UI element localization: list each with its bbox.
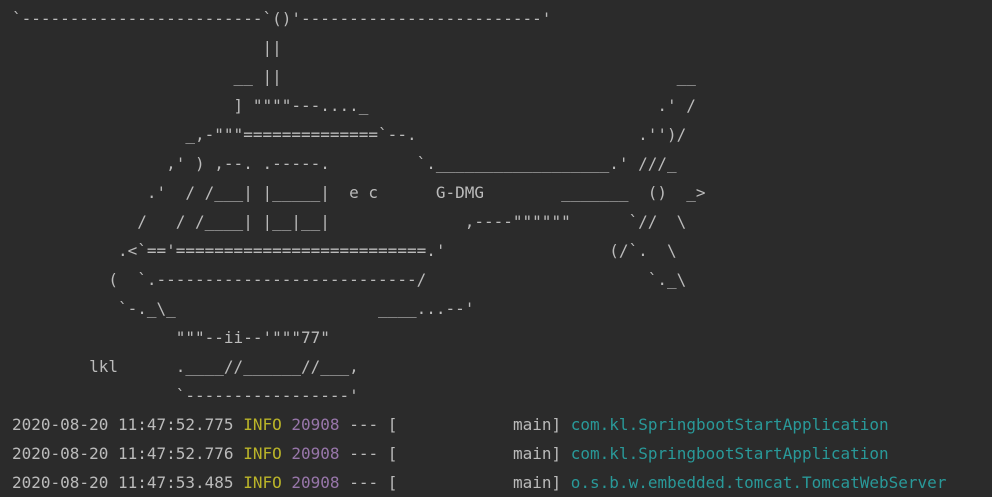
- log-separator: --- [: [349, 444, 398, 463]
- log-timestamp: 2020-08-20 11:47:52.776: [12, 444, 234, 463]
- banner-line: .' / /___| |_____| e c G-DMG _______ () …: [12, 183, 706, 202]
- log-separator: --- [: [349, 473, 398, 492]
- log-thread: main]: [407, 473, 562, 492]
- log-lines: 2020-08-20 11:47:52.775 INFO 20908 --- […: [12, 410, 992, 497]
- log-pid: 20908: [291, 444, 340, 463]
- banner-line: `-----------------': [12, 386, 359, 405]
- log-thread: main]: [407, 415, 562, 434]
- log-line: 2020-08-20 11:47:52.775 INFO 20908 --- […: [12, 410, 992, 439]
- log-logger: com.kl.SpringbootStartApplication: [570, 444, 889, 463]
- log-pid: 20908: [291, 415, 340, 434]
- log-level: INFO: [243, 444, 282, 463]
- log-separator: --- [: [349, 415, 398, 434]
- banner-line: ( `.---------------------------/ `._\: [12, 270, 687, 289]
- log-level: INFO: [243, 415, 282, 434]
- banner-line: """--ii--'"""77": [12, 328, 330, 347]
- log-timestamp: 2020-08-20 11:47:53.485: [12, 473, 234, 492]
- console-output[interactable]: `-------------------------`()'----------…: [0, 0, 992, 497]
- banner-line: lkl .____//______//___,: [12, 357, 359, 376]
- log-line: 2020-08-20 11:47:52.776 INFO 20908 --- […: [12, 439, 992, 468]
- banner-line: ||: [12, 38, 282, 57]
- banner-line: ] """"---...._ .' /: [12, 96, 696, 115]
- log-logger: com.kl.SpringbootStartApplication: [570, 415, 889, 434]
- log-level: INFO: [243, 473, 282, 492]
- log-thread: main]: [407, 444, 562, 463]
- log-pid: 20908: [291, 473, 340, 492]
- banner-line: / / /____| |__|__| ,----"""""" `// \: [12, 212, 687, 231]
- banner-line: ,' ) ,--. .-----. `.__________________.'…: [12, 154, 677, 173]
- ascii-banner: `-------------------------`()'----------…: [12, 4, 992, 410]
- banner-line: _,-"""==============`--. .'')/: [12, 125, 687, 144]
- banner-line: .<`=='==========================.' (/`. …: [12, 241, 677, 260]
- log-line: 2020-08-20 11:47:53.485 INFO 20908 --- […: [12, 468, 992, 497]
- log-timestamp: 2020-08-20 11:47:52.775: [12, 415, 234, 434]
- banner-line: `-------------------------`()'----------…: [12, 9, 552, 28]
- banner-line: `-._\_ ____...--': [12, 299, 475, 318]
- banner-line: __ || __: [12, 67, 696, 86]
- log-logger: o.s.b.w.embedded.tomcat.TomcatWebServer: [570, 473, 947, 492]
